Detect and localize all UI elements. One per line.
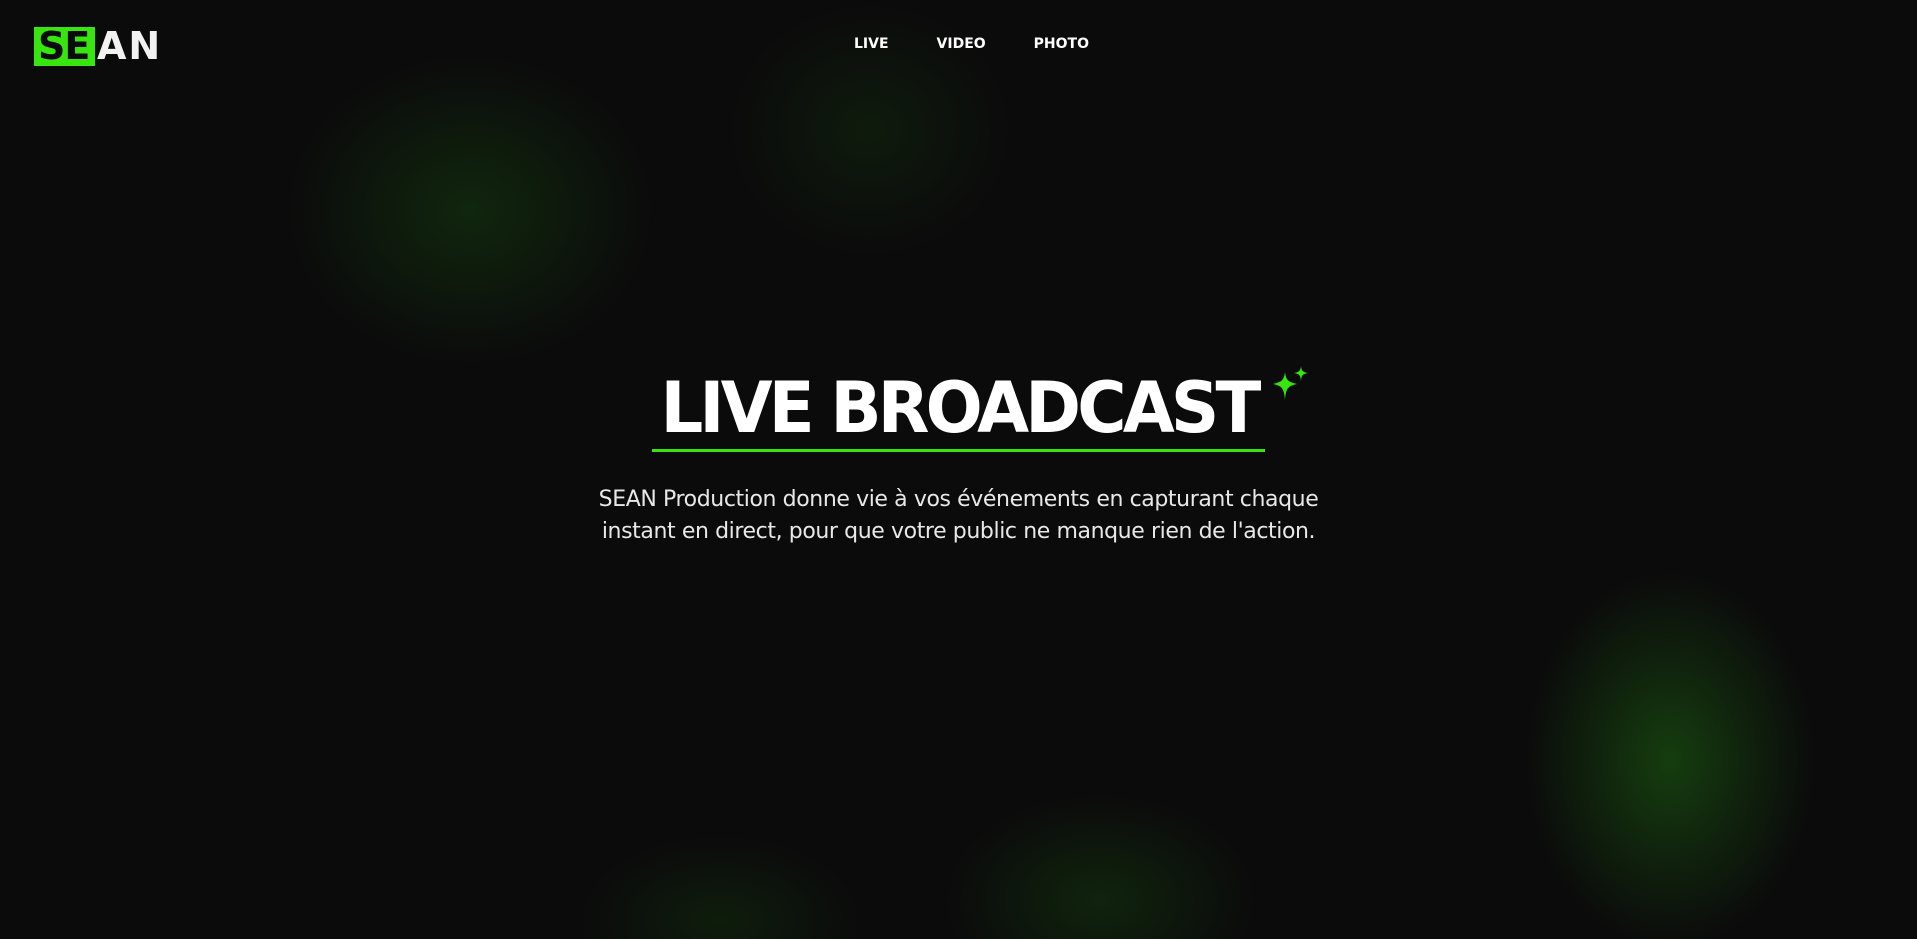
title-underline <box>651 449 1266 452</box>
logo-text: AN <box>97 24 163 68</box>
nav-link-video[interactable]: VIDEO <box>937 36 986 52</box>
hero-title: LIVE BROADCAST <box>659 367 1261 449</box>
nav-link-photo[interactable]: PHOTO <box>1034 36 1089 52</box>
logo-highlight: SE <box>34 27 95 66</box>
nav-link-live[interactable]: LIVE <box>854 36 889 52</box>
hero-section: LIVE BROADCAST SEAN Production donne vie… <box>0 366 1917 548</box>
hero-title-wrap: LIVE BROADCAST <box>648 366 1309 452</box>
hero-subtitle: SEAN Production donne vie à vos événemen… <box>598 487 1319 544</box>
sparkle-icon <box>1273 366 1309 400</box>
site-header: SE AN LIVE VIDEO PHOTO <box>0 0 1917 92</box>
logo[interactable]: SE AN <box>34 27 162 66</box>
main-nav: LIVE VIDEO PHOTO <box>854 36 1089 52</box>
